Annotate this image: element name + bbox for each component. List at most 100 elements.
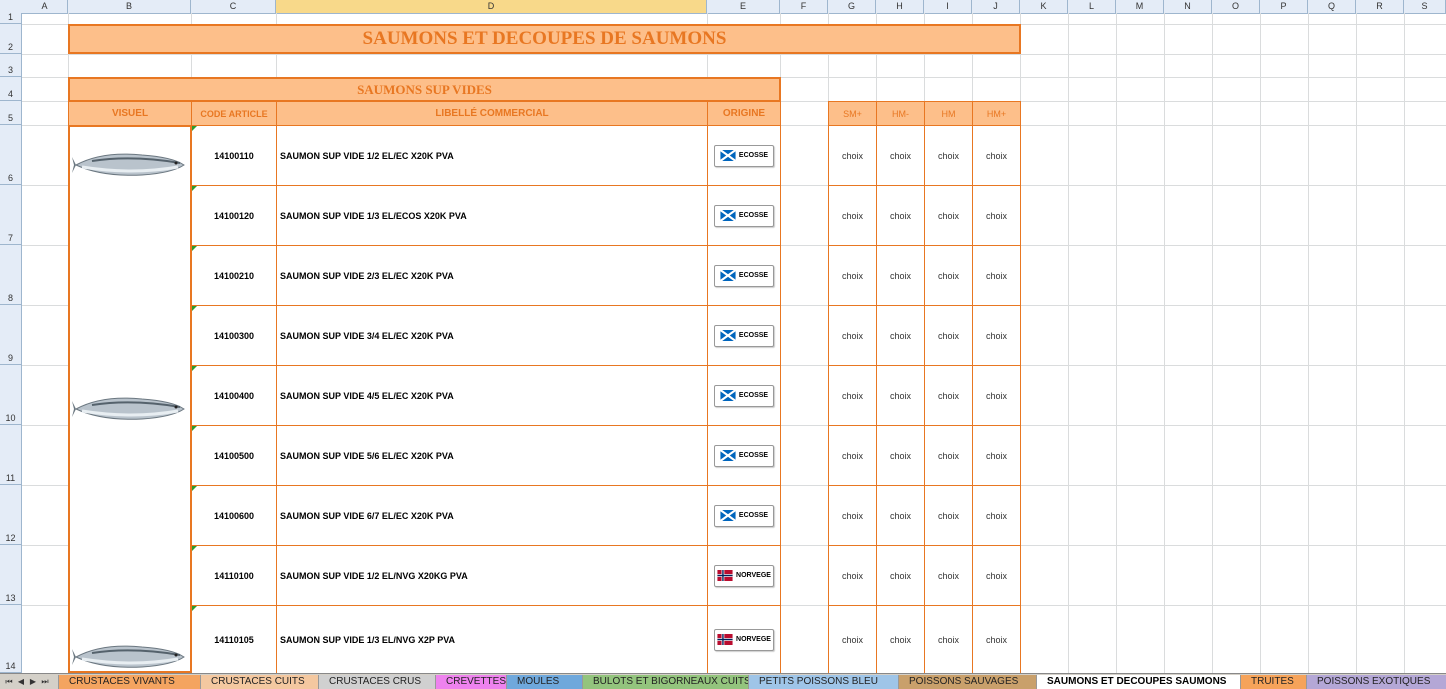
choice-cell-hm[interactable]: choix: [972, 425, 1021, 486]
choice-cell-hm[interactable]: choix: [924, 545, 973, 606]
sheet-tab-poissons-exotiques[interactable]: POISSONS EXOTIQUES: [1306, 675, 1446, 689]
salmon-image-2[interactable]: [72, 389, 190, 429]
column-header-h[interactable]: H: [876, 0, 924, 13]
row-header-13[interactable]: 13: [0, 545, 22, 605]
cell-code-article[interactable]: 14110105: [191, 605, 277, 674]
choice-cell-hm[interactable]: choix: [972, 605, 1021, 674]
cell-libelle[interactable]: SAUMON SUP VIDE 1/3 EL/NVG X2P PVA: [276, 605, 708, 674]
origin-button[interactable]: ECOSSE: [714, 204, 774, 227]
row-header-10[interactable]: 10: [0, 365, 22, 425]
choice-cell-sm[interactable]: choix: [828, 485, 877, 546]
column-header-d[interactable]: D: [276, 0, 707, 13]
next-sheet-icon[interactable]: ▶: [28, 676, 38, 687]
choice-cell-hm[interactable]: choix: [924, 605, 973, 674]
sheet-tab-crustaces-vivants[interactable]: CRUSTACES VIVANTS: [58, 675, 200, 689]
prev-sheet-icon[interactable]: ◀: [16, 676, 26, 687]
column-header-s[interactable]: S: [1404, 0, 1446, 13]
choice-cell-hm[interactable]: choix: [972, 245, 1021, 306]
column-header-g[interactable]: G: [828, 0, 876, 13]
cell-libelle[interactable]: SAUMON SUP VIDE 5/6 EL/EC X20K PVA: [276, 425, 708, 486]
origin-button[interactable]: ECOSSE: [714, 324, 774, 347]
origin-button[interactable]: ECOSSE: [714, 504, 774, 527]
choice-cell-hm[interactable]: choix: [924, 125, 973, 186]
column-header-e[interactable]: E: [707, 0, 780, 13]
choice-cell-hm[interactable]: choix: [972, 185, 1021, 246]
choice-cell-hm[interactable]: choix: [924, 185, 973, 246]
cell-code-article[interactable]: 14100600: [191, 485, 277, 546]
column-header-m[interactable]: M: [1116, 0, 1164, 13]
cell-code-article[interactable]: 14100300: [191, 305, 277, 366]
choice-cell-hm[interactable]: choix: [876, 245, 925, 306]
choice-cell-hm[interactable]: choix: [876, 485, 925, 546]
choice-cell-hm[interactable]: choix: [876, 425, 925, 486]
first-sheet-icon[interactable]: ⏮: [4, 676, 14, 687]
choice-cell-sm[interactable]: choix: [828, 305, 877, 366]
salmon-image-1[interactable]: [72, 145, 190, 185]
column-header-c[interactable]: C: [191, 0, 276, 13]
choice-cell-sm[interactable]: choix: [828, 185, 877, 246]
row-header-4[interactable]: 4: [0, 77, 22, 101]
cell-code-article[interactable]: 14100400: [191, 365, 277, 426]
choice-cell-hm[interactable]: choix: [972, 365, 1021, 426]
column-header-j[interactable]: J: [972, 0, 1020, 13]
choice-cell-sm[interactable]: choix: [828, 245, 877, 306]
column-header-l[interactable]: L: [1068, 0, 1116, 13]
sheet-tab-petits-poissons-bleu[interactable]: PETITS POISSONS BLEU: [748, 675, 898, 689]
choice-cell-sm[interactable]: choix: [828, 365, 877, 426]
choice-cell-hm[interactable]: choix: [876, 365, 925, 426]
sheet-tab-crustaces-cuits[interactable]: CRUSTACES CUITS: [200, 675, 318, 689]
sheet-tab-crevettes[interactable]: CREVETTES: [435, 675, 506, 689]
column-header-i[interactable]: I: [924, 0, 972, 13]
cell-code-article[interactable]: 14110100: [191, 545, 277, 606]
choice-cell-hm[interactable]: choix: [972, 305, 1021, 366]
row-header-1[interactable]: 1: [0, 12, 22, 24]
cell-libelle[interactable]: SAUMON SUP VIDE 1/3 EL/ECOS X20K PVA: [276, 185, 708, 246]
choice-cell-hm[interactable]: choix: [972, 125, 1021, 186]
column-header-a[interactable]: A: [22, 0, 68, 13]
choice-cell-hm[interactable]: choix: [924, 425, 973, 486]
choice-cell-hm[interactable]: choix: [924, 305, 973, 366]
origin-button[interactable]: NORVEGE: [714, 564, 774, 587]
choice-cell-sm[interactable]: choix: [828, 425, 877, 486]
row-header-2[interactable]: 2: [0, 24, 22, 54]
cell-libelle[interactable]: SAUMON SUP VIDE 6/7 EL/EC X20K PVA: [276, 485, 708, 546]
row-header-11[interactable]: 11: [0, 425, 22, 485]
origin-button[interactable]: ECOSSE: [714, 444, 774, 467]
choice-cell-hm[interactable]: choix: [876, 125, 925, 186]
column-header-b[interactable]: B: [68, 0, 191, 13]
cell-code-article[interactable]: 14100210: [191, 245, 277, 306]
choice-cell-hm[interactable]: choix: [924, 245, 973, 306]
origin-button[interactable]: NORVEGE: [714, 628, 774, 651]
choice-cell-hm[interactable]: choix: [876, 605, 925, 674]
last-sheet-icon[interactable]: ⏭: [40, 676, 50, 687]
cell-libelle[interactable]: SAUMON SUP VIDE 1/2 EL/NVG X20KG PVA: [276, 545, 708, 606]
row-header-7[interactable]: 7: [0, 185, 22, 245]
sheet-tab-bulots-et-bigorneaux-cuits[interactable]: BULOTS ET BIGORNEAUX CUITS: [582, 675, 751, 689]
row-header-3[interactable]: 3: [0, 54, 22, 77]
sheet-tab-poissons-sauvages[interactable]: POISSONS SAUVAGES: [898, 675, 1036, 689]
column-header-p[interactable]: P: [1260, 0, 1308, 13]
column-header-q[interactable]: Q: [1308, 0, 1356, 13]
cell-libelle[interactable]: SAUMON SUP VIDE 4/5 EL/EC X20K PVA: [276, 365, 708, 426]
cell-code-article[interactable]: 14100500: [191, 425, 277, 486]
column-header-k[interactable]: K: [1020, 0, 1068, 13]
choice-cell-hm[interactable]: choix: [972, 485, 1021, 546]
choice-cell-sm[interactable]: choix: [828, 125, 877, 186]
sheet-tab-crustaces-crus[interactable]: CRUSTACES CRUS: [318, 675, 435, 689]
column-header-n[interactable]: N: [1164, 0, 1212, 13]
choice-cell-hm[interactable]: choix: [876, 305, 925, 366]
cell-libelle[interactable]: SAUMON SUP VIDE 3/4 EL/EC X20K PVA: [276, 305, 708, 366]
column-header-f[interactable]: F: [780, 0, 828, 13]
choice-cell-hm[interactable]: choix: [972, 545, 1021, 606]
origin-button[interactable]: ECOSSE: [714, 144, 774, 167]
choice-cell-hm[interactable]: choix: [876, 545, 925, 606]
row-header-14[interactable]: 14: [0, 605, 22, 673]
sheet-tab-saumons-et-decoupes-saumons[interactable]: SAUMONS ET DECOUPES SAUMONS: [1036, 675, 1240, 689]
choice-cell-hm[interactable]: choix: [876, 185, 925, 246]
row-header-5[interactable]: 5: [0, 101, 22, 125]
column-header-r[interactable]: R: [1356, 0, 1404, 13]
row-header-9[interactable]: 9: [0, 305, 22, 365]
cell-code-article[interactable]: 14100120: [191, 185, 277, 246]
sheet-tab-moules[interactable]: MOULES: [506, 675, 582, 689]
sheet-tab-truites[interactable]: TRUITES: [1240, 675, 1306, 689]
